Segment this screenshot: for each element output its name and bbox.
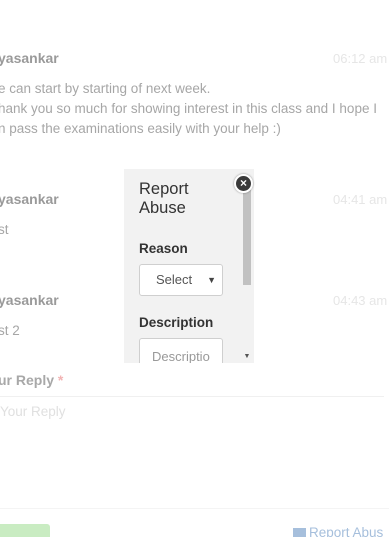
- message-time: 04:43 am: [333, 293, 388, 308]
- chevron-down-icon: ▼: [207, 275, 216, 285]
- message-line: st: [0, 222, 9, 237]
- message-time: 04:41 am: [333, 192, 388, 207]
- required-mark: *: [57, 372, 64, 388]
- scroll-down-arrow-icon[interactable]: ▼: [243, 353, 251, 361]
- modal-scrollbar[interactable]: ▼: [243, 187, 251, 363]
- message-author: yasankar: [0, 50, 59, 66]
- footer-divider: [0, 508, 389, 509]
- reason-select-value: Select: [156, 272, 193, 287]
- description-textarea[interactable]: Description: [139, 338, 223, 363]
- reply-label: ur Reply *: [0, 372, 63, 388]
- modal-body: Report Abuse Reason Select ▼ Description…: [139, 180, 239, 363]
- report-abuse-modal: Report Abuse Reason Select ▼ Description…: [124, 169, 254, 363]
- close-icon[interactable]: ×: [234, 174, 253, 193]
- message-author: yasankar: [0, 191, 59, 207]
- message-line: e can start by starting of next week.: [0, 81, 211, 96]
- flag-icon: [293, 528, 306, 537]
- reply-input[interactable]: [0, 396, 384, 426]
- reason-select[interactable]: Select ▼: [139, 264, 223, 296]
- scrollbar-thumb[interactable]: [243, 187, 251, 285]
- message-author: yasankar: [0, 292, 59, 308]
- modal-title: Report Abuse: [139, 180, 189, 217]
- report-abuse-link-label: Report Abus: [309, 525, 384, 537]
- message-line: st 2: [0, 323, 20, 338]
- description-label: Description: [139, 315, 214, 330]
- reason-label: Reason: [139, 241, 188, 256]
- reply-label-text: ur Reply: [0, 372, 55, 388]
- message-time: 06:12 am: [333, 51, 388, 66]
- report-abuse-link[interactable]: Report Abus: [293, 525, 383, 537]
- message-line: hank you so much for showing interest in…: [0, 101, 377, 116]
- message-line: n pass the examinations easily with your…: [0, 121, 281, 136]
- submit-reply-button[interactable]: [0, 524, 50, 537]
